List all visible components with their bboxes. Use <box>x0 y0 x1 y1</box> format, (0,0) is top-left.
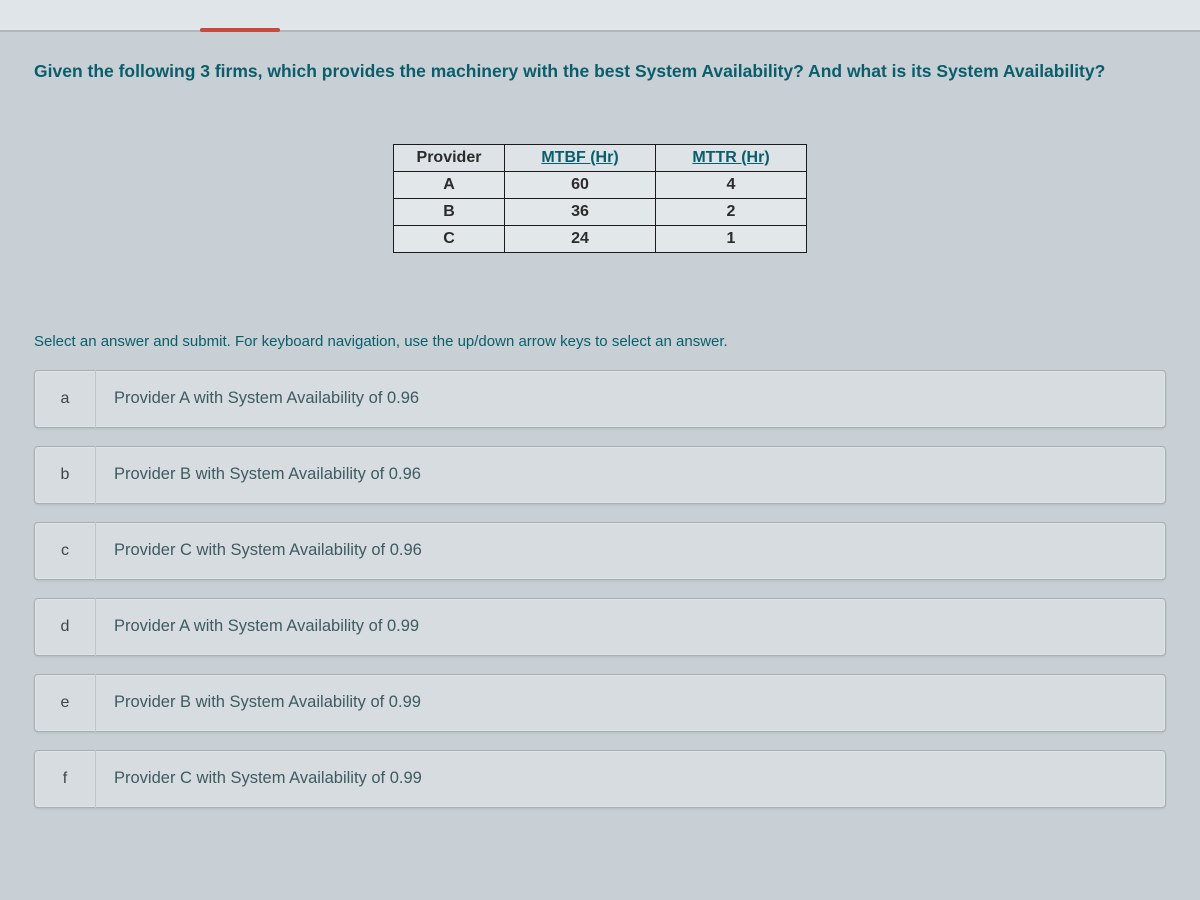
top-strip <box>0 0 1200 32</box>
table-header-row: Provider MTBF (Hr) MTTR (Hr) <box>394 144 807 171</box>
option-text: Provider C with System Availability of 0… <box>96 769 422 788</box>
option-f[interactable]: f Provider C with System Availability of… <box>34 750 1166 808</box>
option-key: d <box>35 598 96 656</box>
option-key: f <box>35 750 96 808</box>
option-key: e <box>35 674 96 732</box>
cell-mttr: 2 <box>656 198 807 225</box>
cell-provider: B <box>394 198 505 225</box>
cell-provider: C <box>394 225 505 252</box>
th-provider: Provider <box>394 144 505 171</box>
cell-provider: A <box>394 171 505 198</box>
data-table-wrap: Provider MTBF (Hr) MTTR (Hr) A 60 4 B 36… <box>34 144 1166 253</box>
option-text: Provider A with System Availability of 0… <box>96 389 419 408</box>
cell-mttr: 1 <box>656 225 807 252</box>
question-text: Given the following 3 firms, which provi… <box>34 60 1166 84</box>
th-mttr: MTTR (Hr) <box>656 144 807 171</box>
option-d[interactable]: d Provider A with System Availability of… <box>34 598 1166 656</box>
th-mtbf: MTBF (Hr) <box>505 144 656 171</box>
option-text: Provider A with System Availability of 0… <box>96 617 419 636</box>
option-key: a <box>35 370 96 428</box>
provider-table: Provider MTBF (Hr) MTTR (Hr) A 60 4 B 36… <box>393 144 807 253</box>
option-a[interactable]: a Provider A with System Availability of… <box>34 370 1166 428</box>
instruction-text: Select an answer and submit. For keyboar… <box>34 333 1166 350</box>
option-b[interactable]: b Provider B with System Availability of… <box>34 446 1166 504</box>
option-c[interactable]: c Provider C with System Availability of… <box>34 522 1166 580</box>
cell-mttr: 4 <box>656 171 807 198</box>
option-key: c <box>35 522 96 580</box>
option-key: b <box>35 446 96 504</box>
cell-mtbf: 60 <box>505 171 656 198</box>
option-e[interactable]: e Provider B with System Availability of… <box>34 674 1166 732</box>
table-row: B 36 2 <box>394 198 807 225</box>
option-text: Provider B with System Availability of 0… <box>96 465 421 484</box>
cell-mtbf: 36 <box>505 198 656 225</box>
option-text: Provider C with System Availability of 0… <box>96 541 422 560</box>
cell-mtbf: 24 <box>505 225 656 252</box>
table-row: A 60 4 <box>394 171 807 198</box>
question-content: Given the following 3 firms, which provi… <box>0 32 1200 808</box>
table-row: C 24 1 <box>394 225 807 252</box>
answer-options: a Provider A with System Availability of… <box>34 370 1166 808</box>
option-text: Provider B with System Availability of 0… <box>96 693 421 712</box>
